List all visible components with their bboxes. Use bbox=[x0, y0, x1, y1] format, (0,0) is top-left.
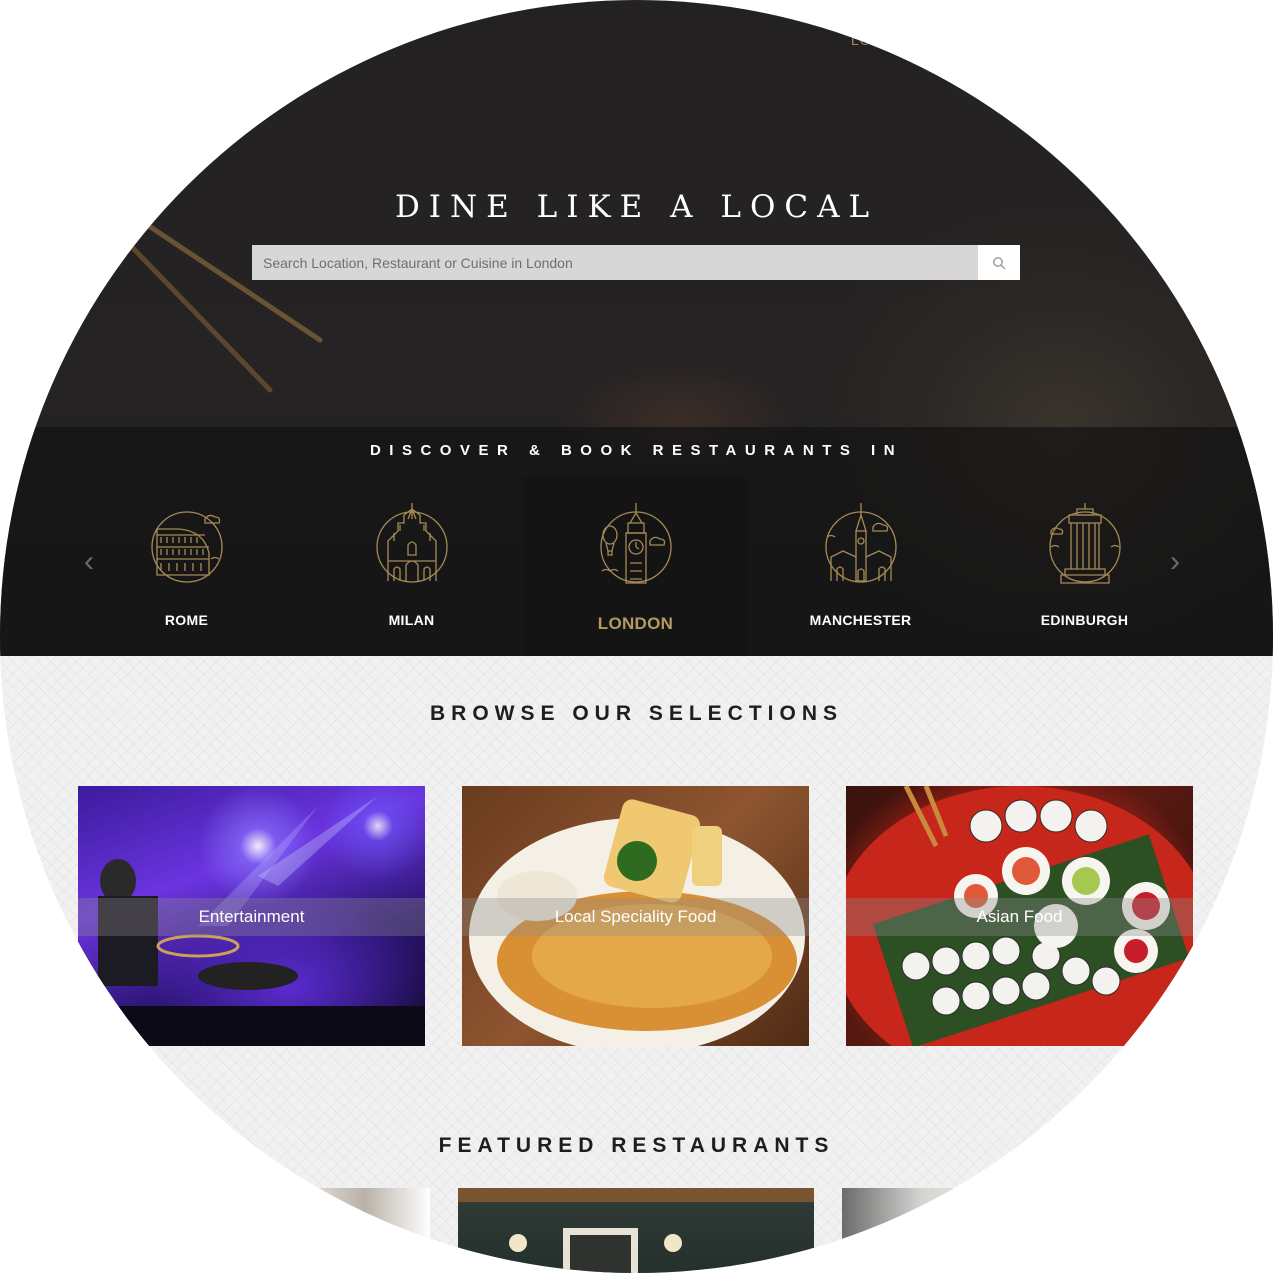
selection-card-asian-food[interactable]: Asian Food bbox=[846, 786, 1193, 1046]
hero-section: LO DINE LIKE A LOCAL DISCOVER & BOOK RES… bbox=[0, 0, 1273, 656]
city-label-edinburgh: EDINBURGH bbox=[1040, 612, 1129, 628]
browse-selections-title: BROWSE OUR SELECTIONS bbox=[429, 702, 844, 725]
selection-card-label: Entertainment bbox=[78, 898, 425, 936]
chopsticks-decoration bbox=[127, 217, 323, 393]
search-input[interactable] bbox=[252, 245, 978, 280]
city-item-london[interactable]: LONDON bbox=[523, 477, 748, 656]
city-label-london: LONDON bbox=[597, 614, 674, 633]
page-viewport: LO DINE LIKE A LOCAL DISCOVER & BOOK RES… bbox=[0, 0, 1273, 1273]
top-nav-location-link[interactable]: LO bbox=[851, 32, 872, 48]
big-ben-icon bbox=[600, 503, 672, 584]
selection-card-label: Asian Food bbox=[846, 898, 1193, 936]
restaurant-interior-image bbox=[458, 1188, 814, 1273]
edinburgh-monument-icon bbox=[1049, 503, 1121, 584]
city-item-manchester[interactable]: MANCHESTER bbox=[748, 477, 973, 656]
city-label-rome: ROME bbox=[164, 612, 209, 628]
search-icon bbox=[993, 256, 1006, 269]
city-label-milan: MILAN bbox=[388, 612, 435, 628]
colosseum-icon bbox=[151, 511, 223, 583]
featured-restaurant-card[interactable] bbox=[458, 1188, 814, 1273]
city-carousel-heading: DISCOVER & BOOK RESTAURANTS IN bbox=[369, 442, 904, 459]
selection-card-entertainment[interactable]: Entertainment bbox=[78, 786, 425, 1046]
search-button[interactable] bbox=[978, 245, 1020, 280]
featured-restaurant-card[interactable] bbox=[300, 1188, 430, 1273]
hero-title: DINE LIKE A LOCAL bbox=[394, 188, 879, 225]
city-item-edinburgh[interactable]: EDINBURGH bbox=[972, 477, 1197, 656]
featured-restaurants-title: FEATURED RESTAURANTS bbox=[438, 1134, 835, 1157]
city-item-rome[interactable]: ROME bbox=[74, 477, 299, 656]
city-label-manchester: MANCHESTER bbox=[809, 612, 912, 628]
browse-section: BROWSE OUR SELECTIONS Entertainment Loca… bbox=[0, 656, 1273, 1273]
city-carousel: DISCOVER & BOOK RESTAURANTS IN ‹ › ROME bbox=[0, 427, 1273, 656]
featured-restaurant-card[interactable] bbox=[842, 1188, 1042, 1273]
milan-cathedral-icon bbox=[376, 503, 448, 583]
selection-card-local-speciality[interactable]: Local Speciality Food bbox=[462, 786, 809, 1046]
city-item-milan[interactable]: MILAN bbox=[299, 477, 524, 656]
search-bar bbox=[252, 245, 1020, 280]
manchester-town-hall-icon bbox=[825, 503, 897, 583]
selection-card-label: Local Speciality Food bbox=[462, 898, 809, 936]
